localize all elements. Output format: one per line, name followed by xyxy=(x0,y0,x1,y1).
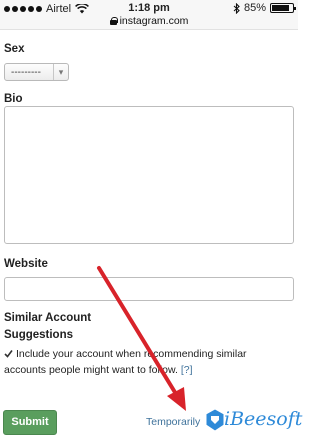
temporarily-disable-link[interactable]: Temporarily xyxy=(146,416,202,428)
battery-level xyxy=(272,5,289,11)
url-text: instagram.com xyxy=(119,15,189,27)
bluetooth-icon xyxy=(233,2,240,14)
watermark: iBeesoft xyxy=(204,406,302,436)
sex-select-value: --------- xyxy=(11,67,41,78)
watermark-text: iBeesoft xyxy=(224,408,303,430)
similar-accounts-label-line1: Similar Account xyxy=(4,312,92,324)
battery-status: 85% xyxy=(233,2,296,14)
status-bar: Airtel 1:18 pm instagram.com 85% xyxy=(0,0,298,30)
arrow-head xyxy=(167,387,186,411)
similar-accounts-text-line2: accounts people might want to follow. xyxy=(4,364,178,376)
similar-accounts-text-line1: Include your account when recommending s… xyxy=(16,348,247,360)
similar-accounts-label-line2: Suggestions xyxy=(4,329,74,341)
battery-percent: 85% xyxy=(243,2,266,14)
help-link[interactable]: [?] xyxy=(181,364,193,376)
sex-label: Sex xyxy=(4,43,25,55)
bio-textarea[interactable] xyxy=(4,106,294,244)
sex-select[interactable]: --------- ▾ xyxy=(4,63,69,81)
website-input[interactable] xyxy=(4,277,294,301)
website-label: Website xyxy=(4,258,48,270)
battery-icon xyxy=(270,3,296,13)
similar-accounts-checkbox-row[interactable]: Include your account when recommending s… xyxy=(4,348,247,360)
submit-button[interactable]: Submit xyxy=(3,410,57,435)
address-bar[interactable]: instagram.com xyxy=(0,15,298,27)
similar-accounts-text-row2: accounts people might want to follow. [?… xyxy=(4,364,193,376)
ibeesoft-logo-icon xyxy=(205,408,225,432)
checkmark-icon[interactable] xyxy=(4,349,13,358)
bio-label: Bio xyxy=(4,93,23,105)
lock-icon xyxy=(109,17,118,25)
chevron-down-icon: ▾ xyxy=(53,64,68,80)
